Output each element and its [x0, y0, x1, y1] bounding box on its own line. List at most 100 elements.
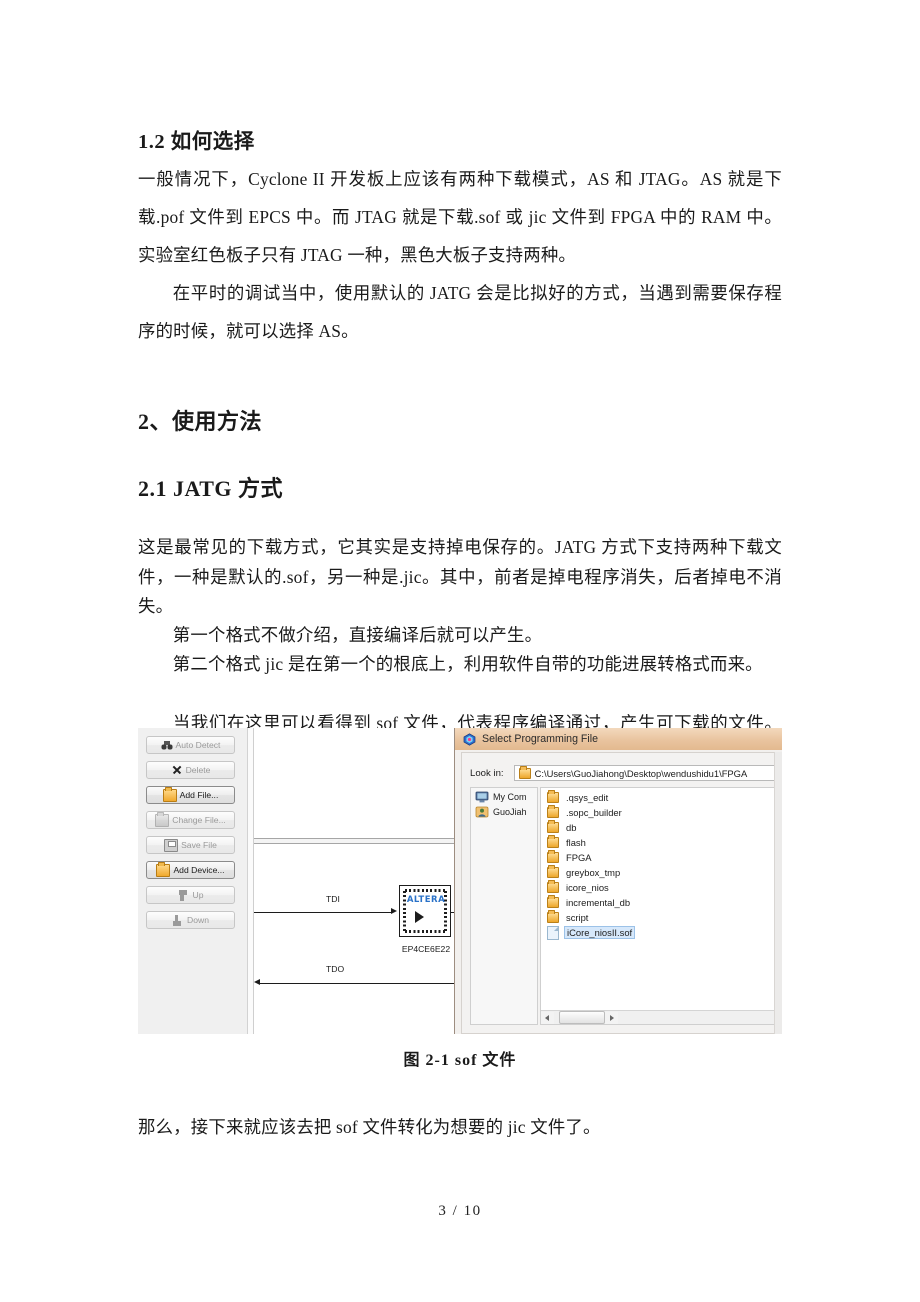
list-item[interactable]: flash: [541, 835, 782, 850]
floppy-disk-icon: [164, 838, 179, 852]
list-item[interactable]: FPGA: [541, 850, 782, 865]
list-item[interactable]: icore_nios: [541, 880, 782, 895]
scroll-right-arrow-icon[interactable]: [605, 1011, 618, 1024]
file-name: icore_nios: [566, 882, 609, 893]
save-file-button[interactable]: Save File: [146, 836, 235, 854]
list-item-selected[interactable]: iCore_niosII.sof: [541, 925, 782, 940]
change-file-button[interactable]: Change File...: [146, 811, 235, 829]
list-item[interactable]: greybox_tmp: [541, 865, 782, 880]
folder-icon: [547, 790, 559, 803]
add-device-label: Add Device...: [173, 865, 225, 875]
tdo-arrow-icon: [254, 979, 260, 985]
file-list: .qsys_edit .sopc_builder db flash FPGA g…: [541, 790, 782, 940]
list-item[interactable]: incremental_db: [541, 895, 782, 910]
document-page: 1.2 如何选择 一般情况下，Cyclone II 开发板上应该有两种下载模式，…: [0, 0, 920, 1302]
list-item[interactable]: .qsys_edit: [541, 790, 782, 805]
select-programming-file-dialog: Select Programming File Look in: C:\User…: [454, 728, 782, 1034]
move-down-button[interactable]: Down: [146, 911, 235, 929]
play-triangle-icon: [415, 911, 424, 923]
user-icon: [475, 806, 489, 818]
embedded-screenshot-figure: Auto Detect Delete Add File... Change Fi…: [138, 728, 782, 1034]
paragraph-1-2-1: 一般情况下，Cyclone II 开发板上应该有两种下载模式，AS 和 JTAG…: [138, 169, 782, 265]
scroll-left-arrow-icon[interactable]: [541, 1011, 554, 1024]
place-my-computer-label: My Com: [493, 792, 527, 802]
dialog-body: Look in: C:\Users\GuoJiahong\Desktop\wen…: [461, 752, 782, 1034]
file-name: .sopc_builder: [566, 807, 622, 818]
delete-label: Delete: [185, 765, 211, 775]
dialog-titlebar[interactable]: Select Programming File: [455, 728, 782, 750]
altera-logo: ALTERA: [406, 894, 446, 905]
look-in-path-text: C:\Users\GuoJiahong\Desktop\wendushidu1\…: [534, 767, 748, 779]
page-number-footer: 3 / 10: [438, 1203, 482, 1219]
place-user-home[interactable]: GuoJiah: [471, 803, 537, 818]
file-name: flash: [566, 837, 586, 848]
paragraph-2-1-1: 这是最常见的下载方式，它其实是支持掉电保存的。JATG 方式下支持两种下载文件，…: [138, 537, 782, 616]
folder-icon: [547, 805, 559, 818]
folder-icon: [547, 895, 559, 908]
place-user-home-label: GuoJiah: [493, 807, 527, 817]
document-icon: [547, 925, 559, 940]
look-in-row: Look in: C:\Users\GuoJiahong\Desktop\wen…: [470, 765, 782, 781]
auto-detect-label: Auto Detect: [175, 740, 221, 750]
folder-icon: [547, 865, 559, 878]
file-name: db: [566, 822, 577, 833]
folder-icon: [547, 835, 559, 848]
move-up-button[interactable]: Up: [146, 886, 235, 904]
place-my-computer[interactable]: My Com: [471, 788, 537, 803]
move-down-label: Down: [187, 915, 209, 925]
tdo-label: TDO: [326, 964, 345, 974]
paragraph-2-1-2: 第一个格式不做介绍，直接编译后就可以产生。: [172, 625, 543, 645]
add-device-button[interactable]: Add Device...: [146, 861, 235, 879]
look-in-label: Look in:: [470, 767, 504, 779]
arrow-up-icon: [178, 889, 190, 901]
closing-paragraph: 那么，接下来就应该去把 sof 文件转化为想要的 jic 文件了。: [138, 1117, 601, 1137]
heading-2-1: 2.1 JATG 方式: [138, 476, 284, 501]
folder-icon: [547, 910, 559, 923]
binoculars-icon: [160, 739, 173, 751]
x-cross-icon: [171, 765, 183, 776]
add-device-icon: [156, 862, 171, 877]
chip-pins-bottom: [405, 930, 447, 933]
horizontal-scrollbar[interactable]: [541, 1010, 782, 1024]
fpga-device-symbol[interactable]: ALTERA: [399, 885, 451, 937]
folder-icon: [547, 880, 559, 893]
heading-1-2: 1.2 如何选择: [138, 131, 255, 153]
heading-2: 2、使用方法: [138, 409, 263, 434]
chain-divider-line: [254, 838, 464, 844]
auto-detect-button[interactable]: Auto Detect: [146, 736, 235, 754]
add-file-button[interactable]: Add File...: [146, 786, 235, 804]
file-name: script: [566, 912, 589, 923]
file-name: greybox_tmp: [566, 867, 621, 878]
tdi-arrow-icon: [391, 908, 397, 914]
folder-icon: [547, 820, 559, 833]
look-in-combobox[interactable]: C:\Users\GuoJiahong\Desktop\wendushidu1\…: [513, 765, 782, 781]
computer-icon: [475, 791, 489, 803]
file-list-panel[interactable]: .qsys_edit .sopc_builder db flash FPGA g…: [540, 787, 782, 1025]
tdi-label: TDI: [326, 894, 340, 904]
scrollbar-thumb[interactable]: [559, 1011, 605, 1024]
tdi-wire: [254, 912, 392, 914]
programmer-button-panel: Auto Detect Delete Add File... Change Fi…: [138, 728, 248, 1034]
file-name: FPGA: [566, 852, 592, 863]
folder-icon: [547, 850, 559, 863]
add-file-label: Add File...: [179, 790, 219, 800]
quartus-icon: [463, 732, 476, 746]
places-sidebar: My Com GuoJiah: [470, 787, 538, 1025]
move-up-label: Up: [192, 890, 204, 900]
dialog-right-edge: [774, 752, 782, 1034]
arrow-down-icon: [172, 914, 184, 926]
open-folder-icon: [162, 787, 177, 802]
list-item[interactable]: script: [541, 910, 782, 925]
figure-caption: 图 2-1 sof 文件: [403, 1052, 517, 1069]
chip-pins-left: [403, 891, 406, 933]
paragraph-1-2-2: 在平时的调试当中，使用默认的 JATG 会是比拟好的方式，当遇到需要保存程序的时…: [138, 283, 782, 341]
list-item[interactable]: db: [541, 820, 782, 835]
chip-pins-top: [405, 889, 447, 892]
save-file-label: Save File: [181, 840, 217, 850]
delete-button[interactable]: Delete: [146, 761, 235, 779]
dialog-title-text: Select Programming File: [482, 733, 598, 745]
folder-icon: [518, 765, 531, 779]
list-item[interactable]: .sopc_builder: [541, 805, 782, 820]
file-name: incremental_db: [566, 897, 631, 908]
file-name: iCore_niosII.sof: [564, 926, 636, 939]
